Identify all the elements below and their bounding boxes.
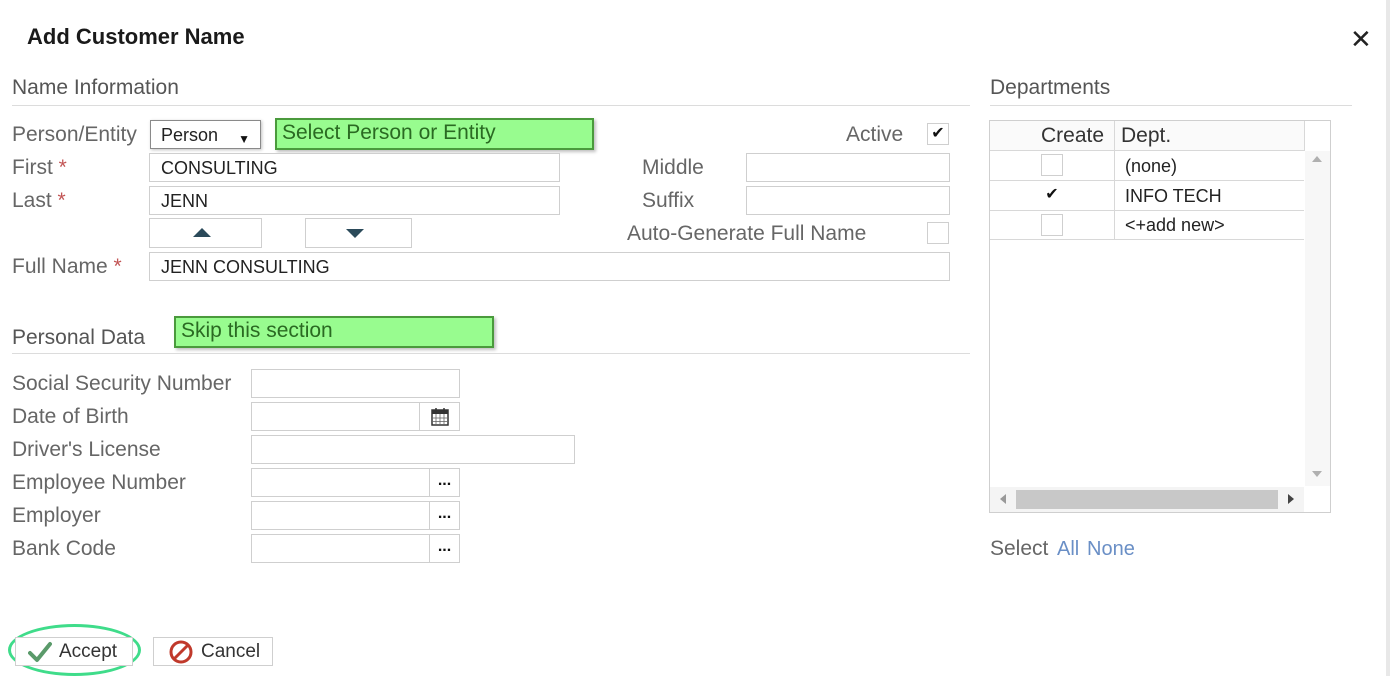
checkmark-icon: ✔: [1045, 186, 1059, 203]
personal-data-heading: Personal Data: [12, 326, 146, 349]
dob-input[interactable]: [251, 402, 460, 431]
full-name-input[interactable]: JENN CONSULTING: [149, 252, 950, 281]
first-label-text: First: [12, 156, 53, 179]
first-name-input[interactable]: CONSULTING: [149, 153, 560, 182]
close-icon[interactable]: ✕: [1350, 26, 1372, 52]
select-label: Select: [990, 537, 1049, 560]
ellipsis-icon[interactable]: ...: [429, 535, 459, 562]
ssn-input[interactable]: [251, 369, 460, 398]
cancel-icon: [169, 640, 193, 664]
table-row[interactable]: ✔ INFO TECH: [990, 181, 1304, 210]
full-name-label: Full Name *: [12, 255, 122, 279]
middle-name-input[interactable]: [746, 153, 950, 182]
scroll-down-icon[interactable]: [1312, 471, 1322, 477]
row-divider: [990, 239, 1304, 240]
section-divider: [990, 105, 1352, 106]
calendar-button[interactable]: [419, 403, 459, 430]
column-header-dept[interactable]: Dept.: [1121, 124, 1171, 148]
person-entity-label: Person/Entity: [12, 123, 137, 146]
drivers-license-input[interactable]: [251, 435, 575, 464]
table-row[interactable]: (none): [990, 151, 1304, 180]
dept-create-checkbox[interactable]: ✔: [1041, 184, 1063, 206]
arrow-up-icon: [193, 228, 211, 237]
bank-code-input[interactable]: ...: [251, 534, 460, 563]
employer-label: Employer: [12, 504, 101, 527]
last-label-text: Last: [12, 189, 52, 212]
full-name-label-text: Full Name: [12, 255, 108, 278]
person-entity-hint: Select Person or Entity: [275, 118, 594, 150]
scroll-up-icon[interactable]: [1312, 156, 1322, 162]
move-down-button[interactable]: [305, 218, 412, 248]
column-header-create[interactable]: Create: [1041, 124, 1104, 148]
select-none-link[interactable]: None: [1087, 538, 1135, 561]
ellipsis-icon[interactable]: ...: [429, 502, 459, 529]
required-marker: *: [113, 255, 122, 278]
last-name-input[interactable]: JENN: [149, 186, 560, 215]
bank-code-label: Bank Code: [12, 537, 116, 560]
active-label: Active: [846, 123, 904, 146]
employee-number-input[interactable]: ...: [251, 468, 460, 497]
cancel-label: Cancel: [201, 641, 261, 662]
arrow-down-icon: [346, 229, 364, 238]
auto-generate-checkbox[interactable]: [927, 222, 949, 244]
horizontal-scrollbar[interactable]: [990, 487, 1304, 512]
scrollbar-thumb[interactable]: [1016, 490, 1278, 509]
auto-generate-label: Auto-Generate Full Name: [627, 222, 867, 245]
section-divider: [12, 353, 970, 354]
employer-input[interactable]: ...: [251, 501, 460, 530]
dept-create-checkbox[interactable]: [1041, 154, 1063, 176]
window-edge: [1386, 0, 1390, 676]
required-marker: *: [58, 156, 67, 179]
active-checkbox[interactable]: ✔: [927, 123, 949, 145]
dept-name: <+add new>: [1125, 215, 1225, 235]
first-label: First *: [12, 156, 67, 180]
checkmark-icon: [28, 642, 52, 662]
drivers-license-label: Driver's License: [12, 438, 161, 461]
ellipsis-icon[interactable]: ...: [429, 469, 459, 496]
person-entity-select[interactable]: Person ▼: [150, 120, 261, 149]
last-label: Last *: [12, 189, 66, 213]
dob-label: Date of Birth: [12, 405, 129, 428]
select-all-link[interactable]: All: [1057, 538, 1079, 561]
suffix-label: Suffix: [642, 189, 695, 212]
scroll-left-icon[interactable]: [1000, 494, 1006, 504]
personal-data-hint: Skip this section: [174, 316, 494, 348]
person-entity-value: Person: [161, 125, 219, 145]
column-divider: [1304, 121, 1305, 151]
dept-name: (none): [1125, 156, 1178, 176]
scroll-right-icon[interactable]: [1288, 494, 1294, 504]
departments-heading: Departments: [990, 76, 1111, 99]
section-divider: [12, 105, 970, 106]
calendar-icon: [431, 408, 449, 426]
move-up-button[interactable]: [149, 218, 262, 248]
dept-name: INFO TECH: [1125, 186, 1222, 206]
table-row[interactable]: <+add new>: [990, 211, 1304, 239]
ssn-label: Social Security Number: [12, 372, 232, 395]
cancel-button[interactable]: Cancel: [153, 637, 273, 666]
accept-label: Accept: [59, 641, 118, 662]
accept-button[interactable]: Accept: [15, 637, 133, 666]
suffix-input[interactable]: [746, 186, 950, 215]
name-information-heading: Name Information: [12, 76, 179, 99]
departments-grid: Create Dept. (none) ✔ INFO TECH <+add ne…: [989, 120, 1331, 513]
middle-label: Middle: [642, 156, 704, 179]
caret-down-icon: ▼: [238, 132, 250, 146]
checkmark-icon: ✔: [931, 125, 945, 142]
dept-create-checkbox[interactable]: [1041, 214, 1063, 236]
dialog-title: Add Customer Name: [27, 24, 245, 49]
vertical-scrollbar[interactable]: [1305, 151, 1330, 486]
employee-number-label: Employee Number: [12, 471, 186, 494]
required-marker: *: [57, 189, 66, 212]
